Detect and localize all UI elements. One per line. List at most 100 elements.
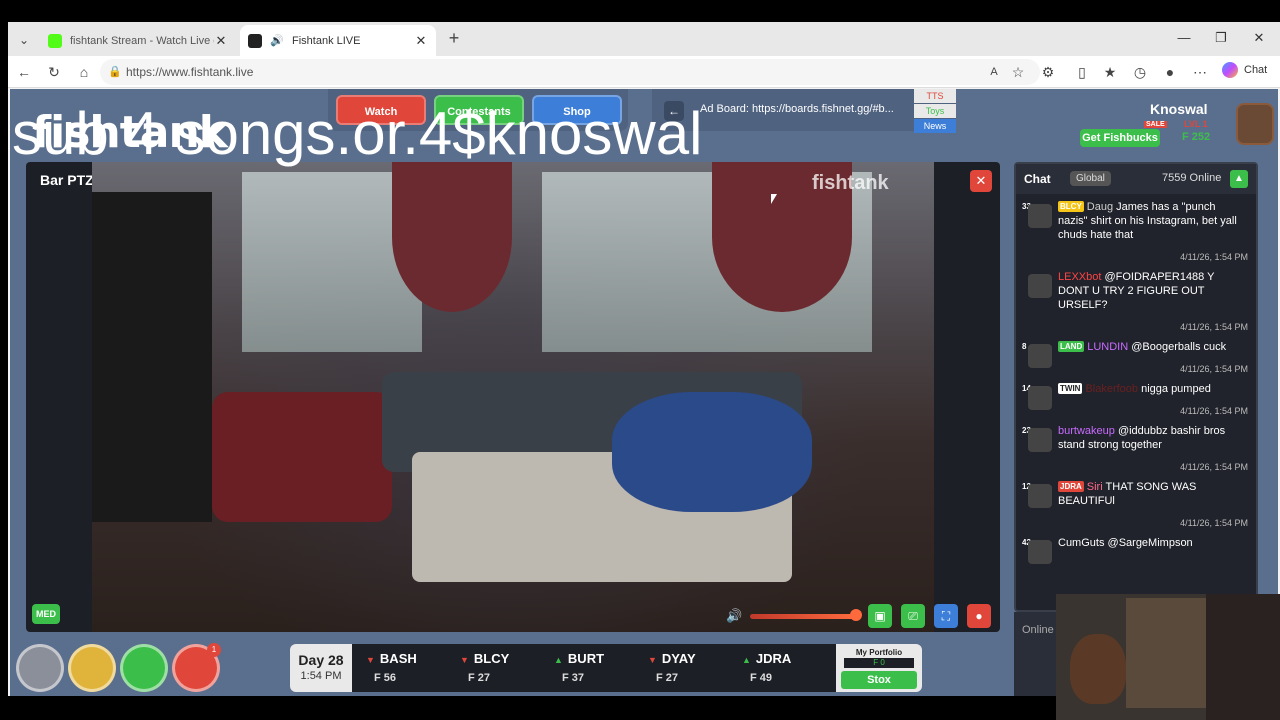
quality-badge[interactable]: MED — [32, 604, 60, 624]
message-username[interactable]: Daug — [1087, 201, 1113, 213]
chat-message[interactable]: 8 LAND LUNDIN @Boogerballs cuck 4/11/26, 1:… — [1016, 336, 1256, 378]
chat-message[interactable]: 14 TWIN Blakerfoob nigga pumped 4/11/26, 1:… — [1016, 378, 1256, 420]
chat-message[interactable]: 42 CumGuts @SargeMimpson — [1016, 532, 1256, 564]
video-scene-chair — [212, 392, 392, 522]
stock-value: F 56 — [374, 672, 397, 684]
copilot-icon — [1222, 62, 1238, 78]
cast-icon[interactable]: ⎚ — [901, 604, 925, 628]
gear-icon[interactable] — [16, 644, 64, 692]
tab-toys[interactable]: Toys — [914, 104, 956, 118]
webcam-scene-background — [1206, 594, 1280, 720]
address-bar[interactable]: 🔒 https://www.fishtank.live — [100, 59, 1040, 85]
refresh-icon[interactable]: ↻ — [44, 62, 64, 82]
read-aloud-icon[interactable]: A — [984, 62, 1004, 82]
stox-button[interactable]: Stox — [841, 671, 917, 689]
message-avatar[interactable] — [1028, 204, 1052, 228]
tab-kick-stream[interactable]: fishtank Stream - Watch Live on K ✕ — [40, 25, 236, 56]
close-tab-icon[interactable]: ✕ — [414, 33, 428, 49]
message-avatar[interactable] — [1028, 386, 1052, 410]
volume-icon[interactable]: 🔊 — [726, 608, 742, 624]
message-timestamp: 4/11/26, 1:54 PM — [1180, 322, 1248, 332]
message-avatar[interactable] — [1028, 540, 1052, 564]
profile-avatar-icon[interactable]: ● — [1160, 62, 1180, 82]
fishtank-favicon-icon — [248, 33, 262, 48]
message-username[interactable]: CumGuts — [1058, 537, 1104, 549]
message-username[interactable]: Siri — [1087, 481, 1103, 493]
video-player: Bar PTZ fishtank ✕ MED 🔊 ▣ ⎚ ⛶ ● — [26, 162, 1000, 632]
chat-message[interactable]: 12 JDRA Siri THAT SONG WAS BEAUTIFUl 4/11/2… — [1016, 476, 1256, 532]
message-username[interactable]: Blakerfoob — [1085, 383, 1138, 395]
stock-item[interactable]: ▼ BLCY F 27 — [460, 650, 550, 684]
new-tab-button[interactable]: + — [444, 29, 464, 49]
message-avatar[interactable] — [1028, 344, 1052, 368]
chat-input-placeholder: Online — [1022, 624, 1054, 636]
live-video-feed[interactable] — [92, 162, 934, 632]
clapper-icon[interactable] — [68, 644, 116, 692]
message-avatar[interactable] — [1028, 274, 1052, 298]
user-avatar[interactable] — [1236, 103, 1274, 145]
tab-fishtank-live[interactable]: 🔊 Fishtank LIVE ✕ — [240, 25, 436, 56]
restore-icon[interactable]: ❐ — [1211, 30, 1231, 46]
webcam-scene-shelf — [1126, 598, 1216, 708]
favorite-star-icon[interactable]: ☆ — [1008, 62, 1028, 82]
time-label: 1:54 PM — [300, 670, 342, 682]
message-user-level: 8 — [1022, 342, 1027, 351]
close-window-icon[interactable]: ✕ — [1249, 30, 1269, 46]
ad-board-text[interactable]: Ad Board: https://boards.fishnet.gg/#b..… — [700, 103, 912, 115]
chat-settings-icon[interactable]: ▲ — [1230, 170, 1248, 188]
copilot-chat-label: Chat — [1244, 64, 1268, 76]
volume-slider-knob[interactable] — [850, 609, 862, 621]
chat-message[interactable]: 33 BLCY Daug James has a "punch nazis" shi… — [1016, 196, 1256, 266]
split-screen-icon[interactable]: ▯ — [1072, 62, 1092, 82]
close-player-icon[interactable]: ✕ — [970, 170, 992, 192]
stock-item[interactable]: ▲ BURT F 37 — [554, 650, 644, 684]
chat-message[interactable]: 23 burtwakeup @iddubbz bashir bros stand … — [1016, 420, 1256, 476]
message-avatar[interactable] — [1028, 428, 1052, 452]
hammer-sickle-icon[interactable]: 1 — [172, 643, 221, 692]
chat-channel-tab[interactable]: Global — [1070, 171, 1111, 186]
extensions-icon[interactable]: ⚙ — [1038, 62, 1058, 82]
username[interactable]: Knoswal — [1150, 101, 1208, 117]
back-icon[interactable]: ← — [14, 62, 34, 82]
stock-symbol: BURT — [567, 651, 605, 666]
audio-playing-icon[interactable]: 🔊 — [270, 34, 284, 48]
chat-messages[interactable]: 33 BLCY Daug James has a "punch nazis" shi… — [1016, 196, 1256, 610]
day-label: Day 28 — [298, 652, 344, 668]
stock-symbol: JDRA — [755, 651, 792, 666]
message-avatar[interactable] — [1028, 484, 1052, 508]
message-username[interactable]: LEXXbot — [1058, 271, 1101, 283]
camera-name: Bar PTZ — [40, 172, 94, 188]
volume-slider[interactable] — [750, 614, 854, 619]
fullscreen-icon[interactable]: ⛶ — [934, 604, 958, 628]
stock-value: F 37 — [562, 672, 585, 684]
pip-icon[interactable]: ▣ — [868, 604, 892, 628]
history-icon[interactable]: ◷ — [1130, 62, 1150, 82]
stock-item[interactable]: ▲ JDRA F 49 — [742, 650, 832, 684]
message-username[interactable]: LUNDIN — [1087, 341, 1128, 353]
message-text: @SargeMimpson — [1107, 537, 1193, 549]
tab-title: fishtank Stream - Watch Live on K — [70, 34, 214, 47]
sale-badge: SALE — [1144, 121, 1167, 128]
copilot-chat-button[interactable]: Chat — [1222, 62, 1267, 78]
get-fishbucks-button[interactable]: Get Fishbucks — [1080, 129, 1160, 147]
trash-icon[interactable] — [120, 644, 168, 692]
tab-news[interactable]: News — [914, 119, 956, 133]
stock-item[interactable]: ▼ DYAY F 27 — [648, 650, 738, 684]
home-icon[interactable]: ⌂ — [74, 62, 94, 82]
message-timestamp: 4/11/26, 1:54 PM — [1180, 462, 1248, 472]
notification-badge: 1 — [207, 643, 221, 657]
message-username[interactable]: burtwakeup — [1058, 425, 1115, 437]
stream-overlay-text: sub 4 songs.or.4$knoswal — [12, 100, 703, 167]
stock-list[interactable]: ▼ BASH F 56 ▼ BLCY F 27 ▲ BURT F 37 ▼ DYAY F 27 ▲ JDR… — [352, 644, 836, 692]
tab-tts[interactable]: TTS — [914, 89, 956, 103]
minimize-icon[interactable]: — — [1174, 30, 1194, 45]
more-options-icon[interactable]: ⋯ — [1190, 62, 1210, 82]
favorites-icon[interactable]: ★ — [1100, 62, 1120, 82]
stock-item[interactable]: ▼ BASH F 56 — [366, 650, 456, 684]
message-team-tag: TWIN — [1058, 383, 1083, 394]
ad-board-tabs: TTS Toys News — [914, 89, 956, 134]
chat-message[interactable]: LEXXbot @FOIDRAPER1488 Y DONT U TRY 2 FI… — [1016, 266, 1256, 336]
record-icon[interactable]: ● — [967, 604, 991, 628]
tab-list-chevron-icon[interactable]: ⌄ — [14, 30, 34, 50]
close-tab-icon[interactable]: ✕ — [214, 33, 228, 49]
